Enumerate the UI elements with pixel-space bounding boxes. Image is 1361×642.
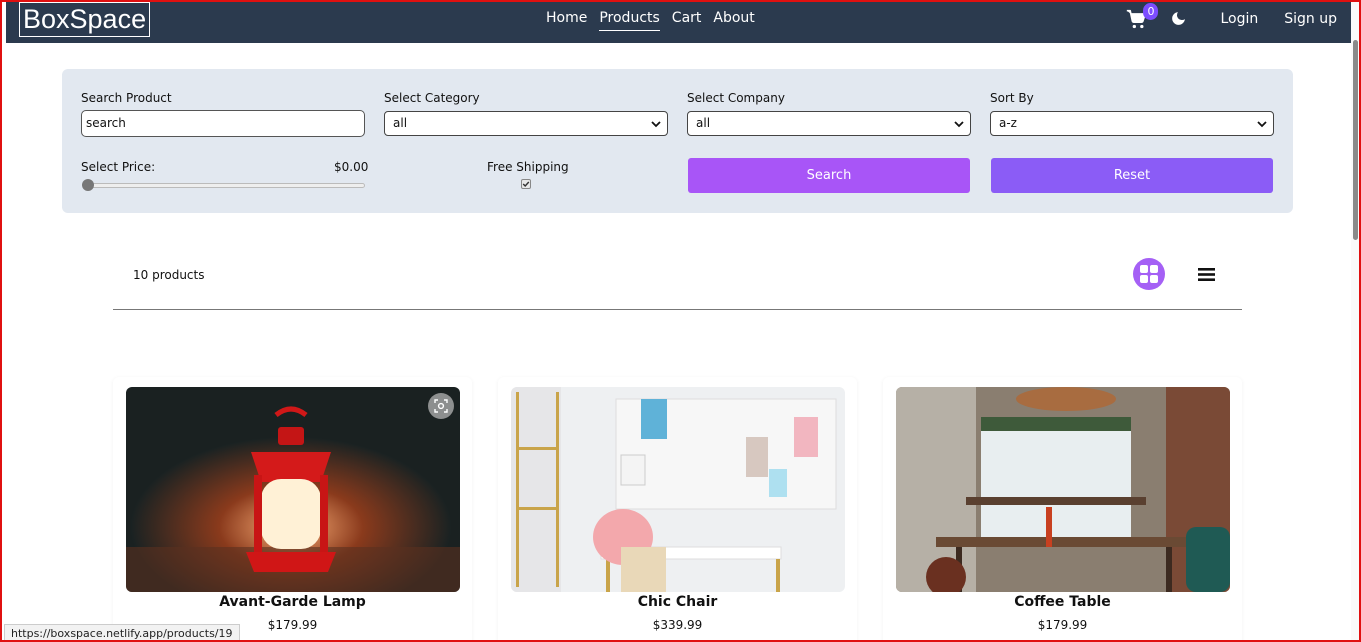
scrollbar-thumb[interactable] (1353, 40, 1358, 240)
company-select[interactable]: all (687, 111, 971, 136)
search-button[interactable]: Search (688, 158, 970, 193)
product-image[interactable] (511, 387, 845, 592)
price-slider-thumb[interactable] (82, 179, 94, 191)
search-input[interactable]: search (81, 110, 365, 137)
product-card[interactable]: Avant-Garde Lamp $179.99 (113, 377, 472, 642)
cart-button[interactable]: 0 (1126, 3, 1159, 31)
nav-link-cart[interactable]: Cart (672, 9, 702, 31)
product-price: $339.99 (652, 618, 703, 632)
grid-icon (1140, 265, 1158, 283)
reset-button[interactable]: Reset (991, 158, 1273, 193)
free-shipping-checkbox[interactable] (521, 179, 531, 189)
nav-links: Home Products Cart About (546, 9, 755, 31)
price-value: $0.00 (334, 160, 369, 174)
category-label: Select Category (384, 91, 480, 105)
product-title[interactable]: Chic Chair (498, 594, 857, 610)
sort-select[interactable]: a-z (990, 111, 1274, 136)
price-label: Select Price: (81, 160, 156, 174)
price-slider-track[interactable] (88, 183, 365, 188)
search-label: Search Product (81, 91, 172, 105)
chevron-down-icon (1257, 121, 1267, 128)
nav-link-home[interactable]: Home (546, 9, 587, 31)
product-image[interactable] (896, 387, 1230, 592)
product-title[interactable]: Avant-Garde Lamp (113, 594, 472, 610)
product-price: $179.99 (1037, 618, 1088, 632)
visual-search-button[interactable] (428, 393, 454, 419)
nav-link-products[interactable]: Products (599, 9, 660, 31)
product-title[interactable]: Coffee Table (883, 594, 1242, 610)
product-card[interactable]: Chic Chair $339.99 (498, 377, 857, 642)
product-card[interactable]: Coffee Table $179.99 (883, 377, 1242, 642)
chevron-down-icon (954, 121, 964, 128)
chevron-down-icon (651, 121, 661, 128)
free-shipping-label: Free Shipping (487, 160, 569, 174)
nav-link-about[interactable]: About (713, 9, 754, 31)
list-icon (1198, 268, 1215, 281)
coffee-table-photo (896, 387, 1230, 592)
product-count: 10 products (133, 268, 205, 282)
products-divider (113, 309, 1242, 310)
sort-value: a-z (999, 116, 1017, 130)
visual-search-icon (434, 399, 448, 413)
list-view-button[interactable] (1198, 266, 1215, 283)
signup-link[interactable]: Sign up (1284, 11, 1337, 27)
nav-right: 0 Login Sign up (1126, 3, 1337, 31)
company-value: all (696, 116, 711, 130)
company-label: Select Company (687, 91, 785, 105)
lamp-photo (126, 387, 460, 592)
checkmark-icon (522, 181, 530, 188)
filter-panel: Search Product search Select Category al… (62, 69, 1293, 213)
theme-toggle[interactable] (1170, 9, 1190, 29)
category-value: all (393, 116, 408, 130)
grid-view-button[interactable] (1133, 258, 1165, 290)
status-bar-url: https://boxspace.netlify.app/products/19 (4, 624, 240, 642)
category-select[interactable]: all (384, 111, 668, 136)
moon-icon (1172, 12, 1186, 25)
navbar: BoxSpace Home Products Cart About 0 Logi… (6, 2, 1351, 43)
sort-label: Sort By (990, 91, 1034, 105)
login-link[interactable]: Login (1220, 11, 1258, 27)
logo[interactable]: BoxSpace (19, 2, 151, 37)
chair-photo (511, 387, 845, 592)
cart-count-badge: 0 (1143, 3, 1159, 20)
product-image[interactable] (126, 387, 460, 592)
